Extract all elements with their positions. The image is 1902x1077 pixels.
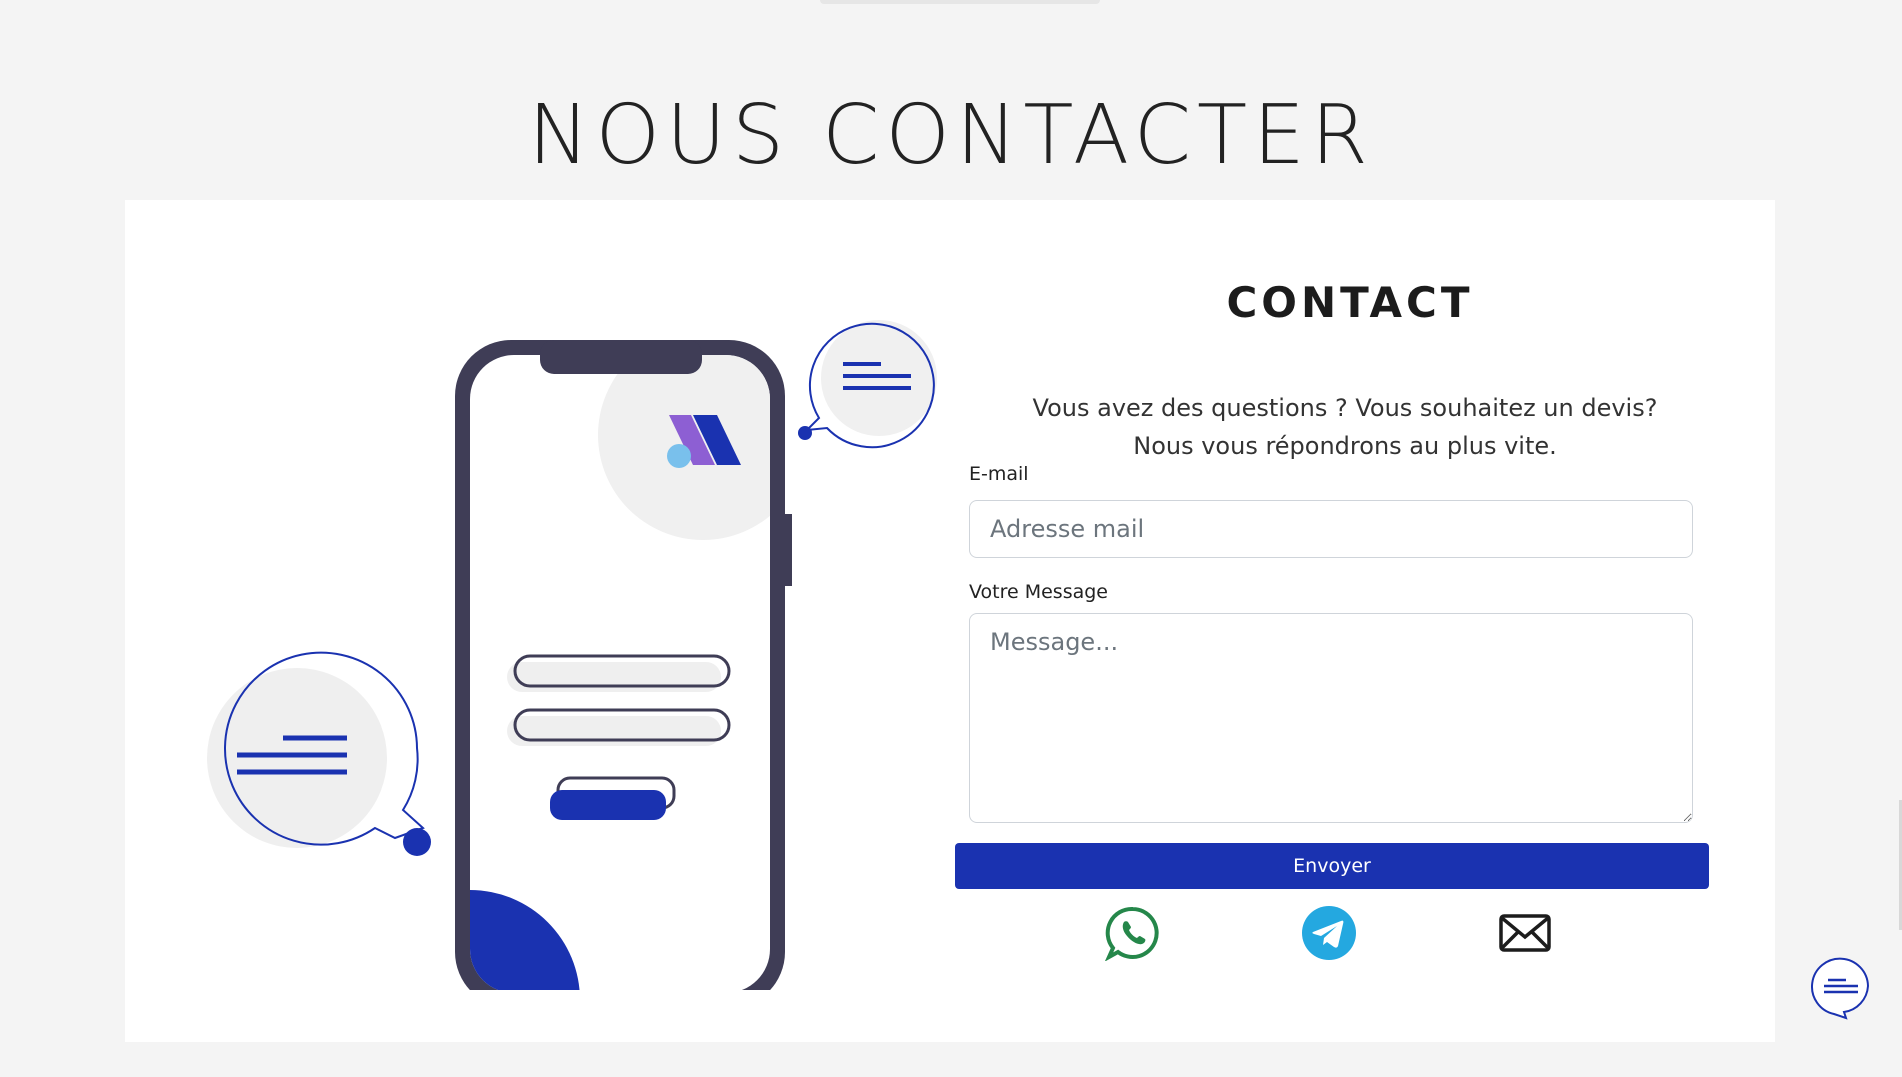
phone-device-icon [455,340,792,990]
telegram-icon[interactable] [1301,905,1357,961]
page-title: Nous contacter [528,87,1374,183]
email-input[interactable] [969,500,1693,558]
contact-icons [955,905,1709,965]
top-tab [820,0,1100,4]
left-speech-bubble-icon [207,651,431,856]
message-label: Votre Message [969,581,1108,603]
contact-form: Contact Vous avez des questions ? Vous s… [955,200,1745,1042]
whatsapp-icon[interactable] [1105,905,1161,961]
form-title: Contact [1226,278,1474,327]
chat-bubble-icon[interactable] [1808,954,1874,1020]
email-icon[interactable] [1497,905,1553,961]
submit-button[interactable]: Envoyer [955,843,1709,889]
message-textarea[interactable] [969,613,1693,823]
email-label: E-mail [969,463,1029,485]
right-speech-bubble-icon [798,320,937,449]
form-intro: Vous avez des questions ? Vous souhaitez… [1032,394,1658,460]
contact-card: Contact Vous avez des questions ? Vous s… [125,200,1775,1042]
phone-illustration [207,320,937,990]
